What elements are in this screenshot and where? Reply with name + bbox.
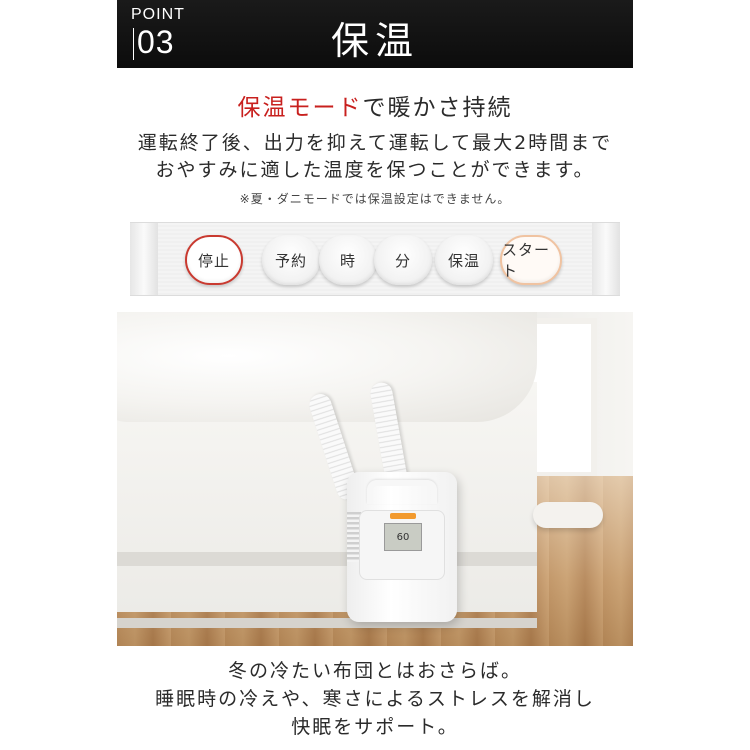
- device-handle: [367, 480, 437, 504]
- device-control-panel: 60: [359, 510, 445, 580]
- panel-edge-right: [592, 223, 620, 295]
- feature-subheading: 保温モードで暖かさ持続: [0, 88, 750, 122]
- closing-line-1: 冬の冷たい布団とはおさらば。: [227, 660, 522, 682]
- stop-button[interactable]: 停止: [185, 235, 243, 285]
- minute-button[interactable]: 分: [374, 235, 432, 285]
- closing-copy: 冬の冷たい布団とはおさらば。 睡眠時の冷えや、寒さによるストレスを解消し 快眠を…: [0, 657, 750, 741]
- device-display: 60: [384, 523, 422, 551]
- closing-line-3: 快眠をサポート。: [291, 716, 459, 738]
- slippers: [533, 502, 603, 528]
- hour-button[interactable]: 時: [319, 235, 377, 285]
- futon-dryer: 60: [347, 472, 457, 622]
- feature-description: 運転終了後、出力を抑えて運転して最大2時間まで おやすみに適した温度を保つことが…: [0, 130, 750, 184]
- keep-warm-button[interactable]: 保温: [435, 235, 493, 285]
- device-indicator: [390, 513, 416, 519]
- product-photo: 60: [117, 312, 633, 646]
- panel-edge-left: [130, 223, 158, 295]
- bed-rail: [117, 552, 537, 566]
- section-header: POINT 03 保温: [117, 0, 633, 68]
- closing-line-2: 睡眠時の冷えや、寒さによるストレスを解消し: [155, 688, 595, 710]
- subheading-accent: 保温モード: [237, 95, 363, 121]
- section-title: 保温: [330, 19, 419, 63]
- bed-drawer-rail: [117, 618, 537, 628]
- feature-note: ※夏・ダニモードでは保温設定はできません。: [239, 192, 511, 206]
- description-line-1: 運転終了後、出力を抑えて運転して最大2時間まで: [137, 132, 613, 154]
- window: [527, 318, 597, 478]
- control-panel: 停止 予約 時 分 保温 スタート: [130, 222, 620, 296]
- description-line-2: おやすみに適した温度を保つことができます。: [155, 159, 595, 181]
- subheading-rest: で暖かさ持続: [362, 95, 513, 121]
- reserve-button[interactable]: 予約: [262, 235, 320, 285]
- start-button[interactable]: スタート: [500, 235, 562, 285]
